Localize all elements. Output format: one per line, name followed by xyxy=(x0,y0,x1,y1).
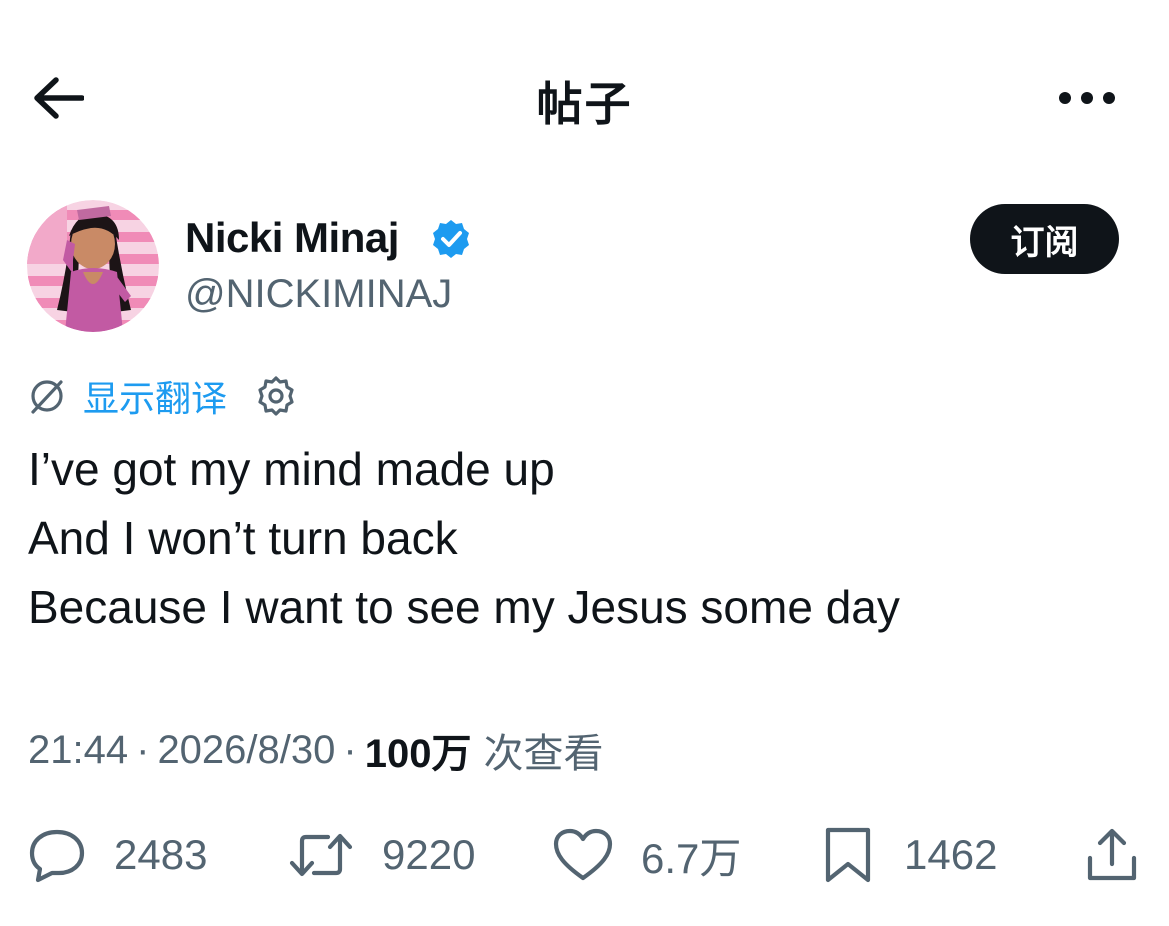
like-count: 6.7万 xyxy=(641,834,742,882)
reply-button[interactable]: 2483 xyxy=(28,815,207,895)
repost-button[interactable]: 9220 xyxy=(288,815,475,895)
top-bar: 帖子 xyxy=(0,0,1169,190)
views-label: 次查看 xyxy=(483,731,604,777)
post-meta: 21:44 · 2026/8/30 · 100万 次查看 xyxy=(28,722,603,778)
bookmark-count: 1462 xyxy=(904,831,998,878)
share-icon xyxy=(1087,828,1137,881)
gear-icon[interactable] xyxy=(255,375,297,417)
subscribe-button[interactable]: 订阅 xyxy=(970,204,1119,274)
show-translation-link[interactable]: 显示翻译 xyxy=(83,370,227,422)
author-row: Nicki Minaj @NICKIMINAJ 订阅 xyxy=(27,200,1127,335)
meta-separator: · xyxy=(136,727,150,772)
reply-icon xyxy=(29,829,85,883)
verified-badge-icon xyxy=(433,220,469,258)
post-date[interactable]: 2026/8/30 xyxy=(157,728,335,773)
repost-count: 9220 xyxy=(382,831,476,878)
like-button[interactable]: 6.7万 xyxy=(553,815,741,895)
more-horizontal-icon xyxy=(1059,92,1115,104)
post-time[interactable]: 21:44 xyxy=(28,728,128,773)
translate-row: 显示翻译 xyxy=(27,372,297,420)
repost-icon xyxy=(289,833,353,877)
heart-icon xyxy=(553,828,613,881)
bookmark-button[interactable]: 1462 xyxy=(820,815,997,895)
avatar-image xyxy=(27,200,159,332)
translate-icon xyxy=(31,380,63,414)
author-name[interactable]: Nicki Minaj xyxy=(185,214,399,262)
more-options-button[interactable] xyxy=(1052,70,1122,126)
views-count: 100万 xyxy=(364,732,472,776)
post-line: I’ve got my mind made up xyxy=(28,443,555,495)
action-bar: 2483 9220 6.7万 1462 xyxy=(0,815,1169,895)
bookmark-icon xyxy=(825,827,871,883)
avatar[interactable] xyxy=(27,200,159,332)
author-handle[interactable]: @NICKIMINAJ xyxy=(185,272,452,317)
reply-count: 2483 xyxy=(114,831,208,878)
post-line: Because I want to see my Jesus some day xyxy=(28,581,900,633)
share-button[interactable] xyxy=(1084,815,1140,895)
post-text: I’ve got my mind made up And I won’t tur… xyxy=(28,435,1138,642)
post-line: And I won’t turn back xyxy=(28,512,458,564)
meta-separator: · xyxy=(343,727,357,772)
page-title: 帖子 xyxy=(536,77,633,131)
